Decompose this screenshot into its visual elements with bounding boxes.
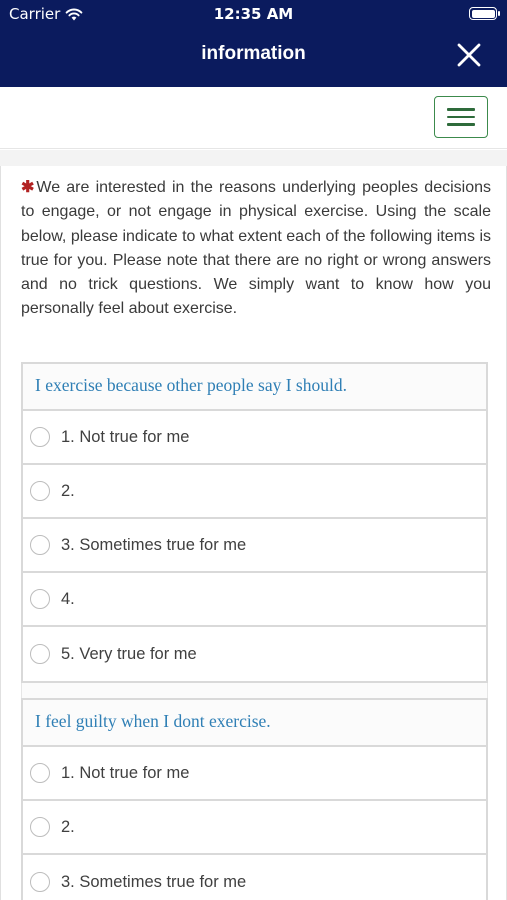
answer-option[interactable]: 1. Not true for me [23, 411, 486, 465]
status-bar: Carrier 12:35 AM [0, 0, 507, 28]
required-icon: ✱ [21, 179, 35, 196]
hamburger-menu-icon-line [447, 108, 475, 111]
hamburger-menu-icon-line [447, 115, 475, 119]
instructions-text: We are interested in the reasons underly… [21, 179, 491, 318]
radio-button[interactable] [30, 481, 50, 501]
option-label: 3. Sometimes true for me [61, 872, 247, 891]
page-title: information [201, 43, 306, 64]
answer-option[interactable]: 4. [23, 573, 486, 627]
option-label: 1. Not true for me [61, 427, 190, 446]
section-gap [0, 150, 507, 166]
answer-option[interactable]: 2. [23, 465, 486, 519]
question-card: I feel guilty when I dont exercise. 1. N… [21, 698, 488, 900]
menu-bar [0, 87, 507, 149]
option-label: 1. Not true for me [61, 763, 190, 782]
top-bar: Carrier 12:35 AM information [0, 0, 507, 87]
radio-button[interactable] [30, 644, 50, 664]
close-icon [457, 43, 481, 67]
option-label: 3. Sometimes true for me [61, 535, 247, 554]
option-label: 2. [61, 817, 75, 836]
answer-option[interactable]: 3. Sometimes true for me [23, 519, 486, 573]
option-label: 5. Very true for me [61, 644, 197, 663]
close-button[interactable] [457, 43, 481, 67]
question-card: I exercise because other people say I sh… [21, 362, 488, 683]
answer-option[interactable]: 5. Very true for me [23, 627, 486, 681]
radio-button[interactable] [30, 589, 50, 609]
question-text: I feel guilty when I dont exercise. [23, 700, 486, 747]
battery-icon [469, 7, 500, 20]
hamburger-menu-icon-line [447, 123, 475, 126]
radio-button[interactable] [30, 535, 50, 555]
hamburger-menu-button[interactable] [434, 96, 488, 138]
survey-instructions: ✱ We are interested in the reasons underl… [21, 176, 491, 322]
radio-button[interactable] [30, 872, 50, 892]
survey-content[interactable]: ✱ We are interested in the reasons underl… [0, 166, 507, 900]
option-label: 2. [61, 481, 75, 500]
radio-button[interactable] [30, 427, 50, 447]
answer-option[interactable]: 3. Sometimes true for me [23, 855, 486, 900]
clock: 12:35 AM [213, 5, 294, 23]
radio-button[interactable] [30, 817, 50, 837]
answer-option[interactable]: 2. [23, 801, 486, 855]
radio-button[interactable] [30, 763, 50, 783]
option-label: 4. [61, 589, 75, 608]
answer-option[interactable]: 1. Not true for me [23, 747, 486, 801]
question-text: I exercise because other people say I sh… [23, 364, 486, 411]
